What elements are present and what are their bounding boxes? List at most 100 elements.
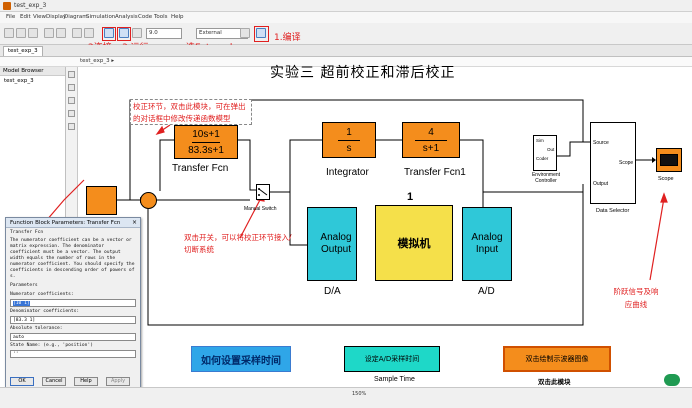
numerator-label: Numerator coefficients: [10, 292, 74, 297]
dialog-section-title: Transfer Fcn [10, 230, 44, 235]
sample-time-help-button[interactable]: 如何设置采样时间 [191, 346, 291, 372]
model-explorer-icon[interactable] [72, 28, 82, 38]
manual-switch-block[interactable] [256, 184, 270, 200]
help-button[interactable]: Help [74, 377, 98, 386]
analog-input-block[interactable]: Analog Input [462, 207, 512, 281]
stop-button[interactable] [132, 28, 142, 38]
annotation-compile: 1.编译 [274, 33, 301, 43]
fit-view-icon[interactable] [68, 97, 75, 104]
analog-output-label: D/A [324, 286, 341, 297]
scope-block[interactable] [656, 148, 682, 172]
tab-model[interactable]: test_exp_3 [3, 46, 43, 56]
dialog-title-bar: Function Block Parameters: Transfer Fcn … [6, 218, 140, 228]
dialog-title: Function Block Parameters: Transfer Fcn [10, 220, 121, 226]
env-sim-port: Sim [536, 138, 544, 143]
plot-scope-button[interactable]: 双击绘制示波器图像 [503, 346, 611, 372]
dialog-parameters-header: Parameters [10, 283, 38, 288]
menu-simulation[interactable]: Simulation [86, 14, 115, 20]
menu-bar: File Edit View Display Diagram Simulatio… [0, 12, 692, 23]
state-name-field[interactable]: '' [10, 350, 136, 358]
model-browser-header: Model Browser [0, 67, 65, 76]
image-tool-icon[interactable] [68, 123, 75, 130]
simulink-app-icon [3, 2, 11, 10]
denominator-field[interactable]: [83.3 1] [10, 316, 136, 324]
model-config-icon[interactable] [240, 28, 250, 38]
env-out-port: Out [547, 147, 555, 152]
dialog-buttons: OK Cancel Help Apply [6, 377, 140, 387]
transfer-fcn1-block[interactable]: 4 s+1 [402, 122, 460, 158]
tf1-numerator: 10s+1 [192, 128, 220, 140]
data-selector-output-port: Output [593, 181, 609, 187]
transfer-fcn-block[interactable]: 10s+1 83.3s+1 [174, 125, 238, 159]
build-highlight [254, 26, 269, 42]
data-selector-label: Data Selector [596, 208, 630, 214]
undo-icon[interactable] [44, 28, 54, 38]
note-transfer-fcn: 校正环节，双击此模块，可在弹出的对话框中修改传递函数模型 [130, 99, 252, 125]
ok-button[interactable]: OK [10, 377, 34, 386]
integrator-label: Integrator [326, 167, 369, 178]
menu-code[interactable]: Code [138, 14, 152, 20]
analog-simulator-block[interactable]: 模拟机 [375, 205, 453, 281]
breadcrumb-text[interactable]: test_exp_3 ▸ [80, 58, 114, 64]
environment-controller-label: Environment Controller [531, 172, 561, 184]
redo-icon[interactable] [56, 28, 66, 38]
transfer-fcn1-label: Transfer Fcn1 [404, 167, 466, 178]
tf2-numerator: 4 [428, 126, 434, 138]
zoom-in-icon[interactable] [68, 71, 75, 78]
zoom-level: 150% [352, 391, 367, 397]
numerator-value: [10 1] [13, 301, 30, 306]
state-name-label: State Name: (e.g., 'position') [10, 343, 93, 348]
integrator-denominator: s [346, 142, 352, 154]
simulator-port-number: 1 [407, 191, 414, 203]
apply-button[interactable]: Apply [106, 377, 130, 386]
manual-switch-label: Manual Switch [244, 206, 277, 212]
data-selector-block[interactable]: Source Scope Output [590, 122, 636, 204]
scope-label: Scope [658, 176, 674, 182]
integrator-block[interactable]: 1 s [322, 122, 376, 158]
diagram-title: 实验三 超前校正和滞后校正 [270, 65, 456, 81]
menu-diagram[interactable]: Diagram [64, 14, 88, 20]
cancel-button[interactable]: Cancel [42, 377, 66, 386]
status-bar: 150% [0, 387, 692, 408]
menu-file[interactable]: File [6, 14, 15, 20]
run-highlight [117, 27, 131, 41]
tf2-denominator: s+1 [422, 142, 440, 154]
step-source-block[interactable] [86, 186, 117, 215]
dialog-close-icon[interactable]: × [132, 219, 137, 226]
transfer-fcn-label: Transfer Fcn [172, 163, 229, 174]
block-parameters-dialog: Function Block Parameters: Transfer Fcn … [5, 217, 141, 391]
tf1-denominator: 83.3s+1 [188, 144, 224, 156]
save-icon[interactable] [28, 28, 38, 38]
environment-controller-block[interactable]: Sim Out Coder [533, 135, 557, 171]
sample-time-label: Sample Time [374, 376, 415, 383]
absolute-tolerance-label: Absolute tolerance: [10, 326, 63, 331]
new-model-icon[interactable] [4, 28, 14, 38]
denominator-label: Denominator coefficients: [10, 309, 80, 314]
set-ad-sample-time-button[interactable]: 设定A/D采样时间 [344, 346, 440, 372]
analog-output-block[interactable]: Analog Output [307, 207, 357, 281]
zoom-out-icon[interactable] [68, 84, 75, 91]
menu-analysis[interactable]: Analysis [115, 14, 138, 20]
menu-edit[interactable]: Edit [20, 14, 31, 20]
open-icon[interactable] [16, 28, 26, 38]
menu-view[interactable]: View [33, 14, 46, 20]
annotation-tool-icon[interactable] [68, 110, 75, 117]
model-tab-bar: test_exp_3 [0, 45, 692, 57]
menu-help[interactable]: Help [171, 14, 184, 20]
window-title: test_exp_3 [14, 2, 47, 9]
absolute-tolerance-field[interactable]: auto [10, 333, 136, 341]
title-bar: test_exp_3 [0, 0, 692, 12]
stop-time-field[interactable]: 9.0 [146, 28, 182, 39]
note-scope: 阶跃信号及响应曲线 [613, 287, 659, 309]
plot-scope-hint: 双击此模块 [538, 379, 571, 386]
data-selector-scope-port: Scope [619, 160, 634, 166]
connect-highlight [102, 27, 116, 41]
status-indicator-icon [664, 374, 680, 386]
model-browser-item[interactable]: test_exp_3 [0, 76, 65, 86]
menu-tools[interactable]: Tools [154, 14, 168, 20]
dialog-description: The numerator coefficient can be a vecto… [10, 238, 135, 279]
numerator-field[interactable]: [10 1] [10, 299, 136, 307]
model-browser: Model Browser test_exp_3 [0, 67, 66, 217]
sum-block[interactable] [140, 192, 157, 209]
library-browser-icon[interactable] [84, 28, 94, 38]
